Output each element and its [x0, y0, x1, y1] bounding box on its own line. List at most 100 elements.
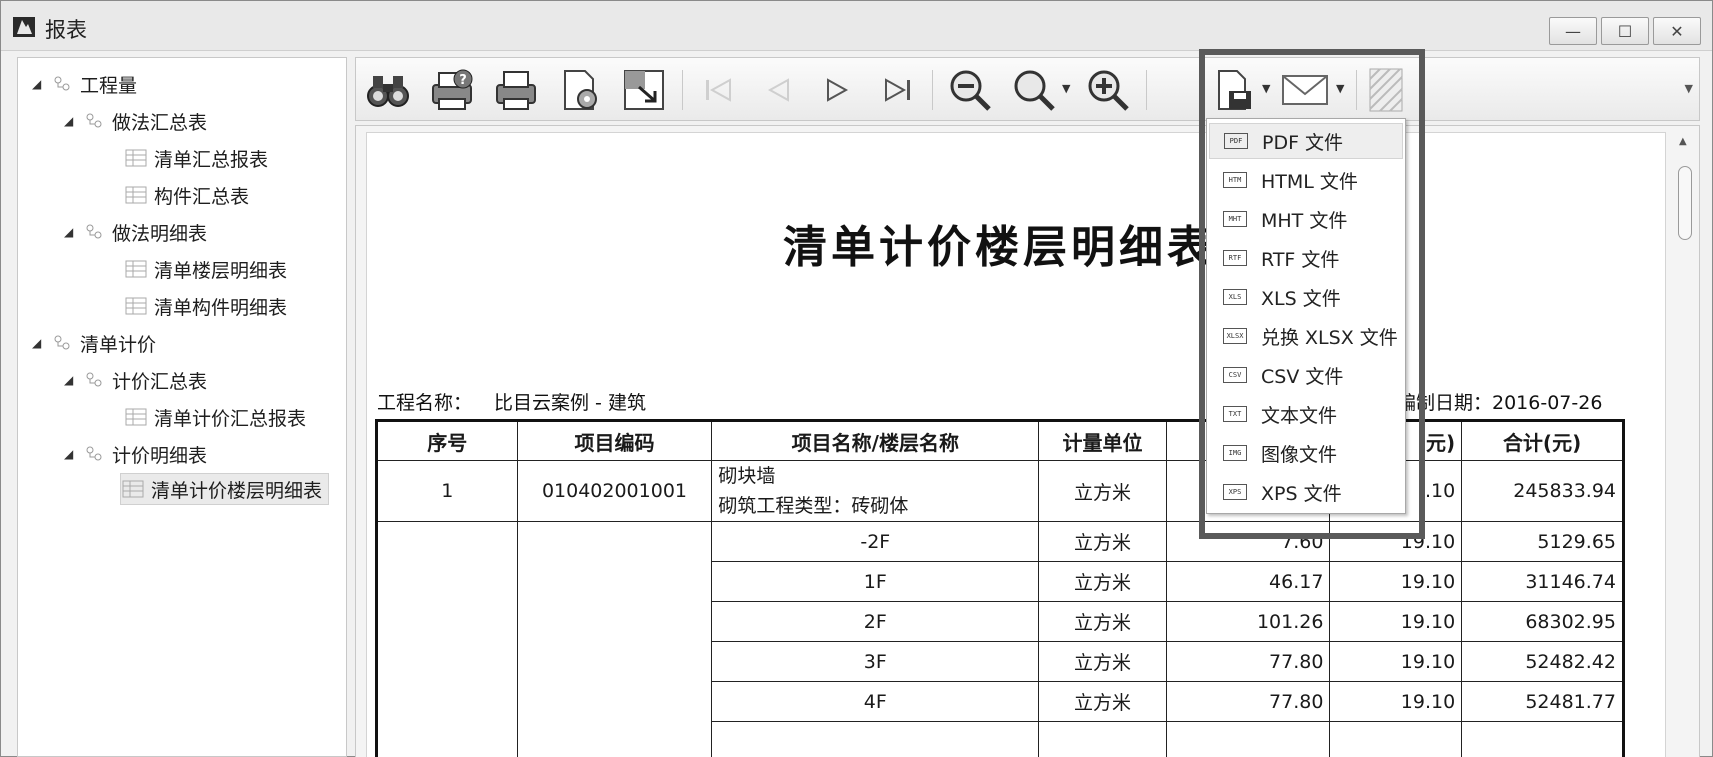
zoom-button[interactable]: [1006, 64, 1062, 116]
tree-item-label: 做法明细表: [112, 222, 208, 245]
watermark-button[interactable]: [1364, 64, 1408, 116]
tree-item-goujian-huizong[interactable]: 构件汇总表: [124, 179, 249, 211]
report-page: 清单计价楼层明细表 工程名称： 比目云案例 - 建筑 编制日期：2016-07-2…: [366, 132, 1666, 757]
tree-item-gongchengliang[interactable]: ◢ 工程量: [32, 68, 137, 100]
cell-unit: 立方米: [1038, 641, 1167, 682]
zoom-in-icon: [1088, 70, 1129, 111]
toolbar-overflow-arrow-icon[interactable]: ▼: [1685, 82, 1693, 95]
minimize-button[interactable]: —: [1549, 17, 1597, 45]
tree-item-qingdan-jijia-louceng[interactable]: 清单计价楼层明细表: [120, 473, 330, 505]
menu-item-xlsx[interactable]: XLSX 兑换 XLSX 文件: [1209, 318, 1403, 354]
expand-arrow-icon[interactable]: ◢: [64, 447, 82, 461]
page-setup-button[interactable]: [552, 64, 608, 116]
menu-item-label: HTML 文件: [1261, 170, 1358, 193]
toolbar-separator: [1356, 70, 1357, 110]
tree-item-jijia-huizong[interactable]: ◢ 计价汇总表: [64, 364, 207, 396]
cell-quantity: 46.17: [1165, 561, 1331, 602]
search-button[interactable]: [360, 64, 416, 116]
cell-unit: 立方米: [1038, 601, 1167, 642]
save-export-button[interactable]: [1208, 64, 1262, 116]
report-sheet-icon: [125, 408, 147, 426]
expand-arrow-icon[interactable]: ◢: [32, 77, 50, 91]
menu-item-label: RTF 文件: [1261, 248, 1340, 271]
page-setup-icon: [564, 70, 597, 110]
col-header: 序号: [376, 420, 518, 461]
menu-item-html[interactable]: HTM HTML 文件: [1209, 162, 1403, 198]
first-page-button[interactable]: [692, 64, 744, 116]
vertical-scrollbar[interactable]: ▲: [1673, 130, 1697, 755]
tree-item-zuofa-mingxi[interactable]: ◢ 做法明细表: [64, 216, 207, 248]
tree-item-qingdan-jijia[interactable]: ◢ 清单计价: [32, 327, 156, 359]
menu-item-label: 文本文件: [1261, 404, 1338, 427]
tree-item-qingdan-jijia-huizong[interactable]: 清单计价汇总报表: [124, 401, 306, 433]
save-dropdown-arrow-icon[interactable]: ▼: [1262, 82, 1270, 95]
menu-item-label: PDF 文件: [1262, 131, 1344, 154]
export-page-button[interactable]: [616, 64, 672, 116]
menu-item-xps[interactable]: XPS XPS 文件: [1209, 474, 1403, 510]
binoculars-icon: [367, 76, 409, 107]
item-name-line: 砌块墙: [718, 465, 776, 487]
last-page-button[interactable]: [872, 64, 924, 116]
menu-item-image[interactable]: IMG 图像文件: [1209, 435, 1403, 471]
expand-arrow-icon[interactable]: ◢: [64, 114, 82, 128]
close-button[interactable]: ✕: [1653, 17, 1701, 45]
table-header-row: 序号 项目编码 项目名称/楼层名称 计量单位 元) 合计(元): [376, 420, 1624, 461]
zoom-out-button[interactable]: [942, 64, 998, 116]
tree-item-label: 清单计价: [80, 333, 157, 356]
text-file-icon: TXT: [1223, 406, 1247, 422]
tree-item-jijia-mingxi[interactable]: ◢ 计价明细表: [64, 438, 207, 470]
report-sheet-icon: [125, 149, 147, 167]
menu-item-csv[interactable]: CSV CSV 文件: [1209, 357, 1403, 393]
tree-item-label: 清单汇总报表: [154, 148, 269, 171]
tree-item-zuofa-huizong[interactable]: ◢ 做法汇总表: [64, 105, 207, 137]
tree-item-label: 清单楼层明细表: [154, 259, 288, 282]
cell-floor: 4F: [711, 681, 1040, 722]
menu-item-rtf[interactable]: RTF RTF 文件: [1209, 240, 1403, 276]
expand-arrow-icon[interactable]: ◢: [32, 336, 50, 350]
zoom-in-button[interactable]: [1080, 64, 1136, 116]
tree-item-qingdan-huizong[interactable]: 清单汇总报表: [124, 142, 268, 174]
print-button[interactable]: [488, 64, 544, 116]
expand-arrow-icon[interactable]: ◢: [64, 373, 82, 387]
print-help-icon: ?: [432, 69, 473, 110]
report-title: 清单计价楼层明细表: [783, 222, 1215, 273]
cell-floor: -2F: [711, 521, 1040, 562]
cell-index-empty: [376, 521, 518, 757]
menu-item-label: XPS 文件: [1261, 482, 1342, 505]
save-icon: [1218, 70, 1251, 110]
menu-item-text[interactable]: TXT 文本文件: [1209, 396, 1403, 432]
menu-item-pdf[interactable]: PDF PDF 文件: [1209, 123, 1403, 159]
print-help-button[interactable]: ?: [424, 64, 480, 116]
maximize-button[interactable]: ☐: [1601, 17, 1649, 45]
menu-item-label: 兑换 XLSX 文件: [1261, 326, 1398, 349]
tree-item-qingdan-louceng[interactable]: 清单楼层明细表: [124, 253, 287, 285]
table-row: 1 010402001001 砌块墙 砌筑工程类型：砖砌体 立方米 .10 24…: [376, 460, 1624, 522]
zoom-dropdown-arrow-icon[interactable]: ▼: [1062, 82, 1070, 95]
col-header: 合计(元): [1461, 420, 1624, 461]
zoom-icon: [1014, 70, 1055, 111]
scrollbar-thumb[interactable]: [1678, 166, 1692, 240]
html-file-icon: HTM: [1223, 172, 1247, 188]
project-label: 工程名称：: [377, 392, 473, 414]
email-button[interactable]: [1276, 64, 1334, 116]
next-page-button[interactable]: [812, 64, 864, 116]
tree-item-label: 做法汇总表: [112, 111, 208, 134]
prev-page-button[interactable]: [752, 64, 804, 116]
print-icon: [496, 71, 536, 110]
report-window: 报表 — ☐ ✕ ◢ 工程量 ◢ 做法汇总表 清单汇总报表 构件汇总表 ◢ 做法…: [0, 0, 1713, 757]
expand-arrow-icon[interactable]: ◢: [64, 225, 82, 239]
menu-item-xls[interactable]: XLS XLS 文件: [1209, 279, 1403, 315]
tree-item-qingdan-goujian[interactable]: 清单构件明细表: [124, 290, 287, 322]
tree-folder-icon: [54, 335, 70, 350]
toolbar-separator: [932, 70, 933, 110]
menu-item-mht[interactable]: MHT MHT 文件: [1209, 201, 1403, 237]
zoom-out-icon: [950, 70, 991, 111]
scroll-up-arrow-icon[interactable]: ▲: [1679, 136, 1687, 147]
project-info: 工程名称： 比目云案例 - 建筑: [377, 388, 646, 415]
watermark-icon: [1369, 68, 1403, 112]
tree-item-label: 计价明细表: [112, 444, 208, 467]
prev-page-icon: [767, 78, 789, 102]
cell-price: [1329, 721, 1463, 757]
email-dropdown-arrow-icon[interactable]: ▼: [1336, 82, 1344, 95]
menu-item-label: MHT 文件: [1261, 209, 1348, 232]
